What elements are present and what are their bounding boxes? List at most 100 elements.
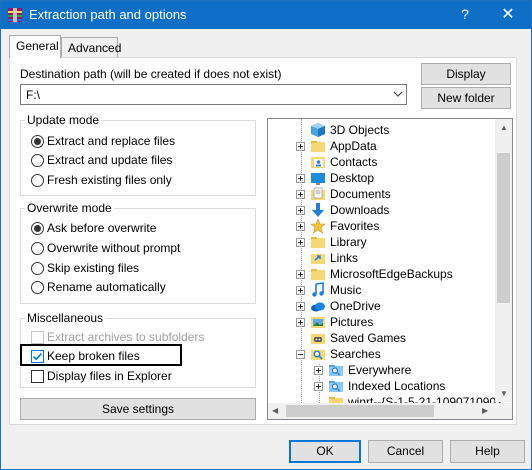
window-title: Extraction path and options (29, 7, 187, 22)
scroll-right-icon[interactable]: ▶ (482, 406, 488, 416)
expand-plus-icon[interactable] (296, 174, 305, 183)
radio-extract-replace[interactable] (31, 135, 44, 148)
scroll-left-icon[interactable]: ◀ (272, 406, 278, 416)
radio-fresh-existing-label[interactable]: Fresh existing files only (47, 173, 172, 187)
expand-plus-icon[interactable] (314, 382, 323, 391)
extraction-dialog: Extraction path and options ? ✕ General … (0, 0, 532, 470)
onedrive-cloud-icon (311, 302, 325, 312)
radio-extract-update[interactable] (31, 154, 44, 167)
tree-item-label[interactable]: Pictures (330, 315, 373, 329)
tree-item[interactable]: AppData (268, 138, 508, 154)
radio-rename-auto[interactable] (31, 281, 44, 294)
folder-tree[interactable]: 3D Objects AppData Contacts Desktop Document… (267, 118, 513, 420)
pictures-icon (311, 317, 325, 328)
cube-3d-icon (311, 123, 325, 137)
tree-item-label[interactable]: Contacts (330, 155, 377, 169)
radio-ask-before[interactable] (31, 222, 44, 235)
radio-overwrite-without-label[interactable]: Overwrite without prompt (47, 241, 180, 255)
miscellaneous-title: Miscellaneous (25, 311, 106, 325)
title-help-button[interactable]: ? (447, 1, 483, 29)
update-mode-title: Update mode (25, 113, 102, 127)
expand-plus-icon[interactable] (296, 222, 305, 231)
tree-item-label[interactable]: Documents (330, 187, 391, 201)
tree-item-label[interactable]: OneDrive (330, 299, 381, 313)
tree-horizontal-scrollbar[interactable]: ◀ ▶ (268, 403, 495, 419)
tab-advanced[interactable]: Advanced (61, 37, 121, 59)
new-folder-button[interactable]: New folder (421, 87, 511, 109)
folder-icon (311, 269, 325, 280)
tree-item[interactable]: Downloads (268, 202, 508, 218)
tree-item-label[interactable]: Indexed Locations (348, 379, 445, 393)
scroll-down-icon[interactable]: ▼ (500, 389, 508, 399)
tree-item[interactable]: Contacts (268, 154, 508, 170)
expand-plus-icon[interactable] (296, 238, 305, 247)
tree-vertical-scrollbar[interactable]: ▲ ▼ (495, 119, 512, 402)
expand-plus-icon[interactable] (296, 318, 305, 327)
tree-horizontal-scroll-thumb[interactable] (286, 405, 434, 417)
checkbox-display-explorer-label[interactable]: Display files in Explorer (47, 369, 172, 383)
tree-item[interactable]: MicrosoftEdgeBackups (268, 266, 508, 282)
tree-item[interactable]: Desktop (268, 170, 508, 186)
tree-item[interactable]: Favorites (268, 218, 508, 234)
expand-plus-icon[interactable] (296, 206, 305, 215)
tree-item-label[interactable]: 3D Objects (330, 123, 389, 137)
expand-plus-icon[interactable] (296, 302, 305, 311)
display-button[interactable]: Display (421, 63, 511, 85)
tab-general[interactable]: General (9, 35, 61, 58)
title-bar[interactable]: Extraction path and options ? ✕ (1, 1, 531, 29)
tree-item-label[interactable]: Music (330, 283, 361, 297)
expand-plus-icon[interactable] (296, 270, 305, 279)
checkbox-extract-subfolders-label[interactable]: Extract archives to subfolders (47, 330, 204, 344)
folder-icon (311, 141, 325, 152)
tree-item[interactable]: Pictures (268, 314, 508, 330)
radio-ask-before-label[interactable]: Ask before overwrite (47, 221, 156, 235)
tree-item-label[interactable]: Saved Games (330, 331, 406, 345)
tree-item-label[interactable]: Links (330, 251, 358, 265)
cancel-button[interactable]: Cancel (368, 440, 443, 463)
tree-item[interactable]: OneDrive (268, 298, 508, 314)
tree-item[interactable]: Documents (268, 186, 508, 202)
tree-item-label[interactable]: Downloads (330, 203, 389, 217)
downloads-icon (312, 203, 324, 217)
scrollbar-corner (495, 403, 512, 419)
tree-item-label[interactable]: Desktop (330, 171, 374, 185)
title-close-button[interactable]: ✕ (485, 1, 531, 29)
radio-fresh-existing[interactable] (31, 174, 44, 187)
destination-path-value: F:\ (26, 88, 40, 102)
tree-item[interactable]: Saved Games (268, 330, 508, 346)
radio-skip-existing[interactable] (31, 262, 44, 275)
ok-button[interactable]: OK (289, 440, 361, 463)
expand-plus-icon[interactable] (296, 190, 305, 199)
tree-item-label[interactable]: Favorites (330, 219, 379, 233)
tree-item[interactable]: Library (268, 234, 508, 250)
chevron-down-icon[interactable] (393, 89, 403, 99)
radio-rename-auto-label[interactable]: Rename automatically (47, 280, 166, 294)
tree-item[interactable]: Indexed Locations (268, 378, 508, 394)
tree-item[interactable]: Links (268, 250, 508, 266)
tree-item-label[interactable]: Searches (330, 347, 381, 361)
help-button[interactable]: Help (450, 440, 525, 463)
contacts-icon (311, 157, 325, 168)
tree-item[interactable]: Searches (268, 346, 508, 362)
checkbox-extract-subfolders[interactable] (31, 331, 44, 344)
destination-path-combobox[interactable]: F:\ (20, 84, 407, 105)
radio-extract-update-label[interactable]: Extract and update files (47, 153, 172, 167)
scroll-up-icon[interactable]: ▲ (500, 123, 508, 133)
tree-item[interactable]: Music (268, 282, 508, 298)
checkbox-display-explorer[interactable] (31, 370, 44, 383)
collapse-minus-icon[interactable] (296, 350, 305, 359)
tree-item[interactable]: Everywhere (268, 362, 508, 378)
radio-skip-existing-label[interactable]: Skip existing files (47, 261, 139, 275)
radio-overwrite-without[interactable] (31, 242, 44, 255)
radio-extract-replace-label[interactable]: Extract and replace files (47, 134, 175, 148)
expand-plus-icon[interactable] (296, 286, 305, 295)
tree-item-label[interactable]: MicrosoftEdgeBackups (330, 267, 453, 281)
tree-item-label[interactable]: Everywhere (348, 363, 411, 377)
tree-vertical-scroll-thumb[interactable] (497, 153, 510, 303)
tree-item-label[interactable]: Library (330, 235, 367, 249)
expand-plus-icon[interactable] (314, 366, 323, 375)
expand-plus-icon[interactable] (296, 142, 305, 151)
tree-item-label[interactable]: AppData (330, 139, 377, 153)
save-settings-button[interactable]: Save settings (20, 398, 256, 420)
tree-item[interactable]: 3D Objects (268, 122, 508, 138)
